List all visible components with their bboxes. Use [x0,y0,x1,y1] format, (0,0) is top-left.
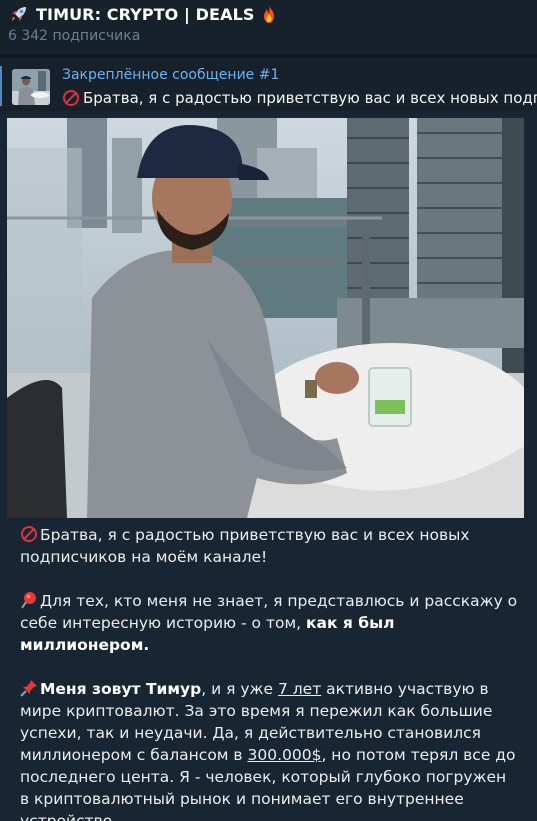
channel-title-row: TIMUR: CRYPTO | DEALS [8,3,280,25]
story-text-a: , и я уже [201,680,278,698]
pushpin-icon [20,679,38,697]
channel-post: Братва, я с радостью приветствую вас и в… [0,111,537,821]
paragraph-greeting: Братва, я с радостью приветствую вас и в… [20,524,520,568]
greeting-text: Братва, я с радостью приветствую вас и в… [20,526,470,566]
pin-icon [20,591,38,609]
pinned-preview-text: Братва, я с радостью приветствую вас и в… [83,89,537,107]
fire-icon [258,3,280,25]
pinned-title: Закреплённое сообщение #1 [62,67,280,83]
years-text: 7 лет [277,680,322,698]
channel-header[interactable]: TIMUR: CRYPTO | DEALS 6 342 подписчика [0,0,537,54]
channel-title: TIMUR: CRYPTO | DEALS [36,4,255,24]
pinned-preview: Братва, я с радостью приветствую вас и в… [62,89,537,107]
rocket-icon [8,3,30,25]
subscriber-count: 6 342 подписчика [8,28,141,44]
post-text: Братва, я с радостью приветствую вас и в… [20,524,520,821]
name-bold: Меня зовут Тимур [40,680,202,698]
paragraph-intro: Для тех, кто меня не знает, я представлю… [20,590,520,656]
pinned-thumbnail [12,69,50,105]
post-photo[interactable] [7,118,524,518]
pinned-message-bar[interactable]: Закреплённое сообщение #1 Братва, я с ра… [0,57,537,111]
no-sign-icon [20,525,38,543]
intro-text: Для тех, кто меня не знает, я представлю… [20,592,518,632]
pinned-indicator [0,66,2,106]
paragraph-story: Меня зовут Тимур, и я уже 7 лет активно … [20,678,520,821]
no-sign-icon [62,89,80,107]
balance-text: 300.000$ [247,746,322,764]
